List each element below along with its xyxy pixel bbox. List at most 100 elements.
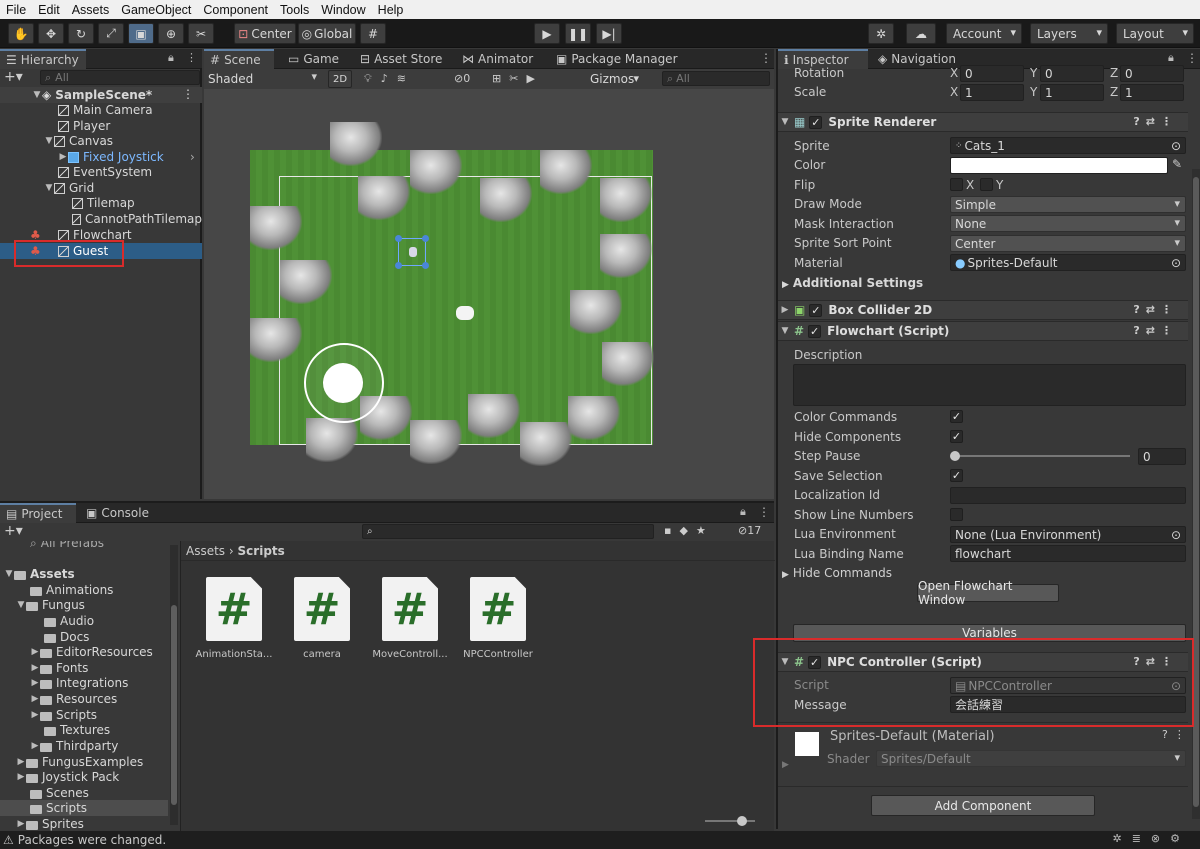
asset-camera[interactable]: # camera [277,577,367,660]
slider-thumb[interactable] [950,451,960,461]
mode-2d-button[interactable]: 2D [328,70,352,88]
player-sprite[interactable] [456,306,474,320]
custom-tool-icon[interactable]: ✂ [188,23,214,44]
description-textarea[interactable] [793,364,1186,406]
expand-icon[interactable]: ▶ [16,772,26,782]
hierarchy-item-eventsystem[interactable]: EventSystem [0,164,202,180]
color-field[interactable] [950,157,1168,174]
tab-console[interactable]: ▣ Console [80,503,155,523]
label-icon[interactable]: ◆ [679,524,695,537]
hierarchy-item-tilemap[interactable]: Tilemap [0,195,202,211]
hierarchy-item-main-camera[interactable]: Main Camera [0,102,202,118]
kebab-icon[interactable]: ⋮ [1174,728,1191,741]
step-pause-field[interactable]: 0 [1138,448,1186,465]
scale-tool-icon[interactable]: ⤢ [98,23,124,44]
tab-project[interactable]: ▤ Project [0,503,76,523]
resize-handle[interactable] [422,262,429,269]
pivot-center-button[interactable]: ⊡ Center [234,23,296,44]
kebab-icon[interactable]: ⋮ [760,51,772,65]
expand-icon[interactable]: ▶ [16,757,26,767]
object-picker-icon[interactable]: ⊙ [1171,256,1181,270]
resize-handle[interactable] [422,235,429,242]
menu-component[interactable]: Component [197,3,274,17]
preset-icon[interactable]: ⇄ [1146,324,1161,337]
rotation-y-field[interactable]: 0 [1040,65,1104,82]
joystick-handle[interactable] [323,363,363,403]
box-collider-header[interactable]: ▶ ▣ ✓ Box Collider 2D ?⇄⋮ [778,300,1188,320]
sprite-renderer-header[interactable]: ▼ ▦ ✓ Sprite Renderer ?⇄⋮ [778,112,1188,132]
menu-tools[interactable]: Tools [274,3,315,17]
pause-button[interactable]: ❚❚ [565,23,591,44]
tree-item-scripts[interactable]: Scripts [0,800,168,816]
play-button[interactable]: ▶ [534,23,560,44]
rotate-tool-icon[interactable]: ↻ [68,23,94,44]
pivot-global-button[interactable]: ◎ Global [298,23,356,44]
menu-assets[interactable]: Assets [66,3,116,17]
rect-tool-icon[interactable]: ▣ [128,23,154,44]
color-commands-checkbox[interactable]: ✓ [950,410,963,423]
flip-y-checkbox[interactable] [980,178,993,191]
asset-npccontroller[interactable]: # NPCController [453,577,543,660]
help-icon[interactable]: ? [1133,324,1145,337]
step-pause-slider[interactable] [950,451,1130,461]
project-search-input[interactable]: ⌕ [362,524,654,539]
grid-snap-icon[interactable]: ⊞ [492,72,509,85]
camera-icon[interactable]: ▶ [526,72,542,85]
expand-icon[interactable]: ▶ [30,694,40,704]
kebab-icon[interactable]: ⋮ [1186,51,1198,65]
kebab-icon[interactable]: ⋮ [186,51,197,64]
menu-help[interactable]: Help [372,3,410,17]
gizmo-icon[interactable]: ⊗ [1151,832,1170,845]
selected-guest-sprite[interactable] [395,235,429,269]
tab-package-manager[interactable]: ▣ Package Manager [550,49,684,69]
services-icon[interactable]: ✲ [868,23,894,44]
tree-scrollbar[interactable] [170,545,178,825]
expand-icon[interactable]: ▶ [30,663,40,673]
expand-icon[interactable]: ▼ [44,183,54,193]
layers-dropdown[interactable]: Layers [1030,23,1108,44]
show-line-numbers-checkbox[interactable] [950,508,963,521]
asset-animationstate[interactable]: # AnimationSta... [189,577,279,660]
tree-item-fonts[interactable]: ▶ Fonts [30,660,89,676]
kebab-icon[interactable]: ⋮ [1161,324,1178,337]
add-icon[interactable]: +▾ [4,69,23,85]
help-icon[interactable]: ? [1133,303,1145,316]
scene-menu-icon[interactable]: ⋮ [182,87,194,101]
tab-scene[interactable]: # Scene [204,49,274,69]
box-collider-enabled-checkbox[interactable]: ✓ [809,303,823,317]
object-picker-icon[interactable]: ⊙ [1171,528,1181,542]
sprite-field[interactable]: ⁘ Cats_1 ⊙ [950,137,1186,154]
hierarchy-item-canvas[interactable]: ▼ Canvas [0,133,202,149]
eyedropper-icon[interactable]: ✎ [1172,157,1182,171]
scale-y-field[interactable]: 1 [1040,84,1104,101]
preset-icon[interactable]: ⇄ [1146,303,1161,316]
slider-thumb[interactable] [737,816,747,826]
preset-icon[interactable]: ⇄ [1146,115,1161,128]
cloud-icon[interactable]: ☁ [906,23,936,44]
scene-row[interactable]: ▼ ◈ SampleScene* ⋮ [0,87,202,103]
hierarchy-item-grid[interactable]: ▼ Grid [0,180,202,196]
menu-gameobject[interactable]: GameObject [115,3,197,17]
rotation-x-field[interactable]: 0 [960,65,1024,82]
localization-id-field[interactable] [950,487,1186,504]
tree-item-scenes[interactable]: Scenes [30,785,89,801]
tab-animator[interactable]: ⋈ Animator [456,49,539,69]
tree-item-resources[interactable]: ▶ Resources [30,691,118,707]
hide-components-checkbox[interactable]: ✓ [950,430,963,443]
hidden-packages-toggle[interactable]: ⊘17 [738,524,761,537]
expand-icon[interactable]: ▼ [4,569,14,579]
expand-icon[interactable]: ▼ [780,117,790,127]
hidden-objects-toggle[interactable]: ⊘0 [454,72,470,85]
scrollbar-thumb[interactable] [171,605,177,805]
add-icon[interactable]: +▾ [4,523,23,539]
draw-mode-dropdown[interactable]: Simple [950,196,1186,213]
debug-icon[interactable]: ✲ [1112,832,1131,845]
sprite-renderer-enabled-checkbox[interactable]: ✓ [809,115,823,129]
open-flowchart-window-button[interactable]: Open Flowchart Window [917,579,1059,607]
expand-icon[interactable]: ▼ [32,90,42,100]
flowchart-header[interactable]: ▼ # ✓ Flowchart (Script) ?⇄⋮ [778,321,1188,341]
tree-item-docs[interactable]: Docs [44,629,89,645]
scale-x-field[interactable]: 1 [960,84,1024,101]
lock-icon[interactable]: 🔒︎ [1168,51,1174,65]
asset-movecontroller[interactable]: # MoveControll... [365,577,455,660]
